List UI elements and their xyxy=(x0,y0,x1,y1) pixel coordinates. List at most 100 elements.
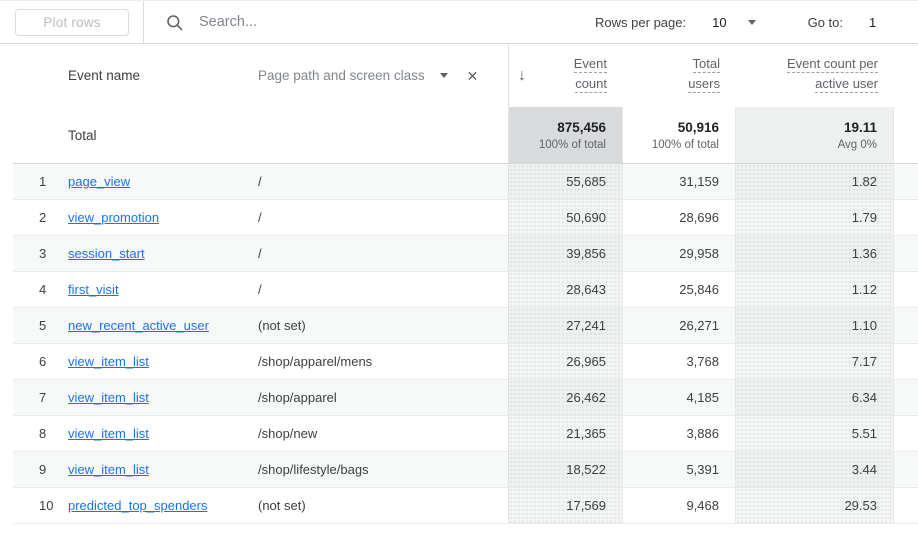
row-number: 2 xyxy=(13,200,68,236)
per-active-user-cell: 1.12 xyxy=(735,272,893,308)
total-total-users: 50,916 100% of total xyxy=(622,107,735,164)
go-to-input[interactable] xyxy=(869,14,885,30)
event-name-link[interactable]: predicted_top_spenders xyxy=(68,498,208,513)
metric-header-label: count xyxy=(575,75,607,93)
row-number: 10 xyxy=(13,488,68,524)
per-active-user-cell: 1.79 xyxy=(735,200,893,236)
row-number: 6 xyxy=(13,344,68,380)
event-name-link[interactable]: page_view xyxy=(68,174,130,189)
event-count-cell: 27,241 xyxy=(508,308,622,344)
per-active-user-cell: 1.10 xyxy=(735,308,893,344)
total-users-cell: 29,958 xyxy=(622,236,735,272)
chevron-down-icon xyxy=(747,19,756,25)
rows-per-page-value: 10 xyxy=(712,14,727,30)
event-count-cell: 18,522 xyxy=(508,452,622,488)
event-name-link[interactable]: view_item_list xyxy=(68,390,149,405)
row-number: 8 xyxy=(13,416,68,452)
page-path-cell: / xyxy=(258,164,508,200)
plot-rows-button[interactable]: Plot rows xyxy=(15,8,129,36)
event-count-cell: 26,965 xyxy=(508,344,622,380)
total-value: 50,916 xyxy=(677,119,719,135)
table-row: 7 view_item_list /shop/apparel 26,462 4,… xyxy=(13,380,918,416)
event-count-cell: 50,690 xyxy=(508,200,622,236)
table-row: 5 new_recent_active_user (not set) 27,24… xyxy=(13,308,918,344)
total-per-active-user: 19.11 Avg 0% xyxy=(735,107,893,164)
event-name-cell: first_visit xyxy=(68,272,258,308)
total-event-count: 875,456 100% of total xyxy=(508,107,622,164)
overflow-cell xyxy=(893,164,918,200)
column-header-total-users[interactable]: Total users xyxy=(622,44,735,107)
row-number: 7 xyxy=(13,380,68,416)
overflow-cell xyxy=(893,452,918,488)
page-path-cell: /shop/apparel/mens xyxy=(258,344,508,380)
total-label: Total xyxy=(68,107,258,164)
row-number-header xyxy=(13,44,68,107)
page-path-cell: (not set) xyxy=(258,488,508,524)
rows-per-page-select[interactable]: 10 xyxy=(686,14,756,30)
total-users-cell: 26,271 xyxy=(622,308,735,344)
overflow-cell xyxy=(893,344,918,380)
overflow-cell xyxy=(893,272,918,308)
overflow-cell xyxy=(893,416,918,452)
dimension-selector-page-path[interactable]: Page path and screen class ✕ xyxy=(258,44,508,107)
column-header-event-name: Event name xyxy=(68,44,258,107)
total-users-cell: 9,468 xyxy=(622,488,735,524)
event-name-link[interactable]: view_item_list xyxy=(68,426,149,441)
event-count-cell: 17,569 xyxy=(508,488,622,524)
search-input[interactable] xyxy=(197,13,441,31)
event-name-link[interactable]: first_visit xyxy=(68,282,119,297)
total-users-cell: 28,696 xyxy=(622,200,735,236)
close-icon[interactable]: ✕ xyxy=(467,69,479,83)
overflow-cell xyxy=(893,308,918,344)
row-number: 4 xyxy=(13,272,68,308)
column-header-event-count-per-active-user[interactable]: Event count per active user xyxy=(735,44,893,107)
rows-per-page-label: Rows per page: xyxy=(595,14,687,30)
event-name-cell: view_promotion xyxy=(68,200,258,236)
total-users-cell: 31,159 xyxy=(622,164,735,200)
page-path-cell: /shop/new xyxy=(258,416,508,452)
event-name-cell: view_item_list xyxy=(68,380,258,416)
total-users-cell: 25,846 xyxy=(622,272,735,308)
per-active-user-cell: 1.36 xyxy=(735,236,893,272)
pagination-controls: Rows per page: 10 Go to: xyxy=(595,14,885,30)
overflow-cell xyxy=(893,107,918,164)
event-name-link[interactable]: session_start xyxy=(68,246,145,261)
column-header-event-count[interactable]: ↓ Event count xyxy=(508,44,622,107)
search-icon xyxy=(165,13,184,32)
table-row: 8 view_item_list /shop/new 21,365 3,886 … xyxy=(13,416,918,452)
page-path-cell: / xyxy=(258,200,508,236)
total-users-cell: 3,886 xyxy=(622,416,735,452)
event-name-link[interactable]: view_item_list xyxy=(68,354,149,369)
table-row: 4 first_visit / 28,643 25,846 1.12 xyxy=(13,272,918,308)
total-subtext: 100% of total xyxy=(651,138,719,151)
overflow-cell xyxy=(893,200,918,236)
table-row: 10 predicted_top_spenders (not set) 17,5… xyxy=(13,488,918,524)
overflow-cell xyxy=(893,236,918,272)
event-name-link[interactable]: view_item_list xyxy=(68,462,149,477)
page-path-cell: /shop/apparel xyxy=(258,380,508,416)
metric-header-label: Total xyxy=(692,55,720,73)
sort-descending-icon[interactable]: ↓ xyxy=(518,67,526,85)
chevron-down-icon[interactable] xyxy=(439,73,448,78)
event-count-cell: 26,462 xyxy=(508,380,622,416)
event-name-link[interactable]: view_promotion xyxy=(68,210,159,225)
total-row: Total 875,456 100% of total 50,916 100% … xyxy=(13,107,918,164)
table-row: 9 view_item_list /shop/lifestyle/bags 18… xyxy=(13,452,918,488)
search-field[interactable] xyxy=(165,13,441,32)
total-users-cell: 5,391 xyxy=(622,452,735,488)
event-count-cell: 39,856 xyxy=(508,236,622,272)
per-active-user-cell: 5.51 xyxy=(735,416,893,452)
event-name-link[interactable]: new_recent_active_user xyxy=(68,318,209,333)
per-active-user-cell: 3.44 xyxy=(735,452,893,488)
metric-header-label: Event xyxy=(573,55,607,73)
per-active-user-cell: 29.53 xyxy=(735,488,893,524)
total-subtext: Avg 0% xyxy=(837,138,877,151)
table-row: 6 view_item_list /shop/apparel/mens 26,9… xyxy=(13,344,918,380)
total-value: 875,456 xyxy=(557,119,606,135)
go-to-label: Go to: xyxy=(807,14,843,30)
per-active-user-cell: 6.34 xyxy=(735,380,893,416)
overflow-column-header xyxy=(893,44,918,107)
row-number: 3 xyxy=(13,236,68,272)
event-name-cell: page_view xyxy=(68,164,258,200)
event-name-cell: view_item_list xyxy=(68,344,258,380)
